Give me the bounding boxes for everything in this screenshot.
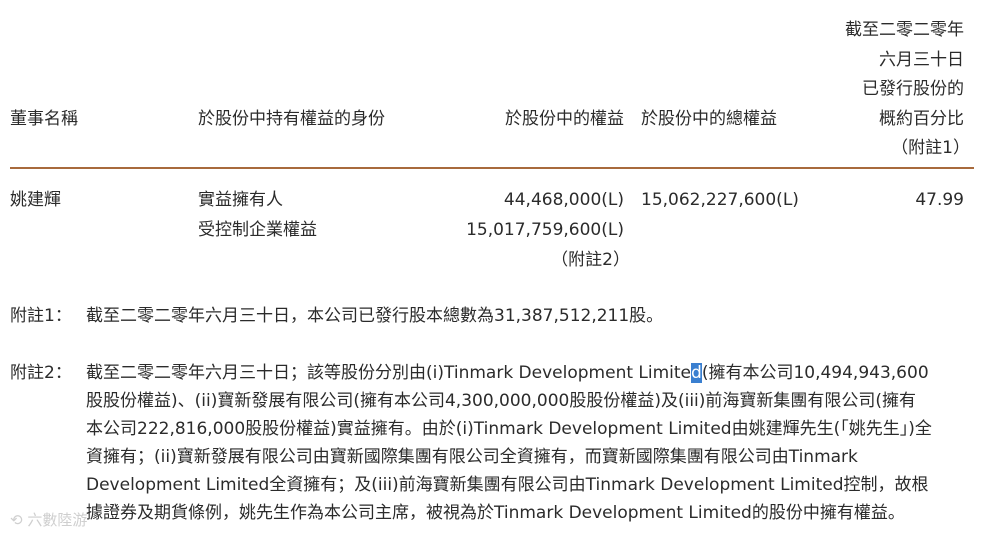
row-capacity-1: 實益擁有人 [198,190,283,210]
note2-line-6: 據證券及期貨條例，姚先生作為本公司主席，被視為於Tinmark Developm… [86,503,905,523]
header-percentage-line-4: 概約百分比 [879,109,964,129]
header-percentage-line-2: 六月三十日 [879,50,964,70]
note2-line-4: 資擁有；(ii)寶新發展有限公司由寶新國際集團有限公司全資擁有，而寶新國際集團有… [86,447,858,467]
header-director-name: 董事名稱 [10,109,78,129]
row-capacity-2: 受控制企業權益 [198,220,317,240]
watermark-logo-icon: ⟲ [10,511,23,529]
row-interest-1: 44,468,000(L) [503,190,624,210]
note2-label: 附註2： [10,363,72,383]
header-interest: 於股份中的權益 [505,109,624,129]
note2-line-1: 截至二零二零年六月三十日；該等股份分別由(i)Tinmark Developme… [86,359,929,387]
note2-line-3: 本公司222,816,000股股份權益)實益擁有。由於(i)Tinmark De… [86,419,932,439]
row-director-name: 姚建輝 [10,190,61,210]
header-rule [10,167,974,169]
note2-line-1-tail: (擁有本公司10,494,943,600 [701,363,929,383]
text-selection-highlight: d [691,363,702,383]
header-percentage-line-1: 截至二零二零年 [845,20,964,40]
header-capacity: 於股份中持有權益的身份 [198,109,385,129]
watermark: ⟲ 六數陸游 [10,509,87,530]
note1-text: 截至二零二零年六月三十日，本公司已發行股本總數為31,387,512,211股。 [86,306,664,326]
row-percentage: 47.99 [915,190,964,210]
row-interest-note: （附註2） [551,250,630,270]
note2-line-1-text: 截至二零二零年六月三十日；該等股份分別由(i)Tinmark Developme… [86,363,692,383]
row-interest-2: 15,017,759,600(L) [466,220,624,240]
note2-line-2: 股股份權益)、(ii)寶新發展有限公司(擁有本公司4,300,000,000股股… [86,391,917,411]
note1-label: 附註1： [10,306,72,326]
row-total-interest: 15,062,227,600(L) [641,190,799,210]
header-percentage-note: （附註1） [891,138,970,158]
watermark-text: 六數陸游 [27,511,88,529]
header-percentage-line-3: 已發行股份的 [862,79,964,99]
note2-line-5: Development Limited全資擁有；及(iii)前海寶新集團有限公司… [86,475,929,495]
header-total-interest: 於股份中的總權益 [641,109,777,129]
